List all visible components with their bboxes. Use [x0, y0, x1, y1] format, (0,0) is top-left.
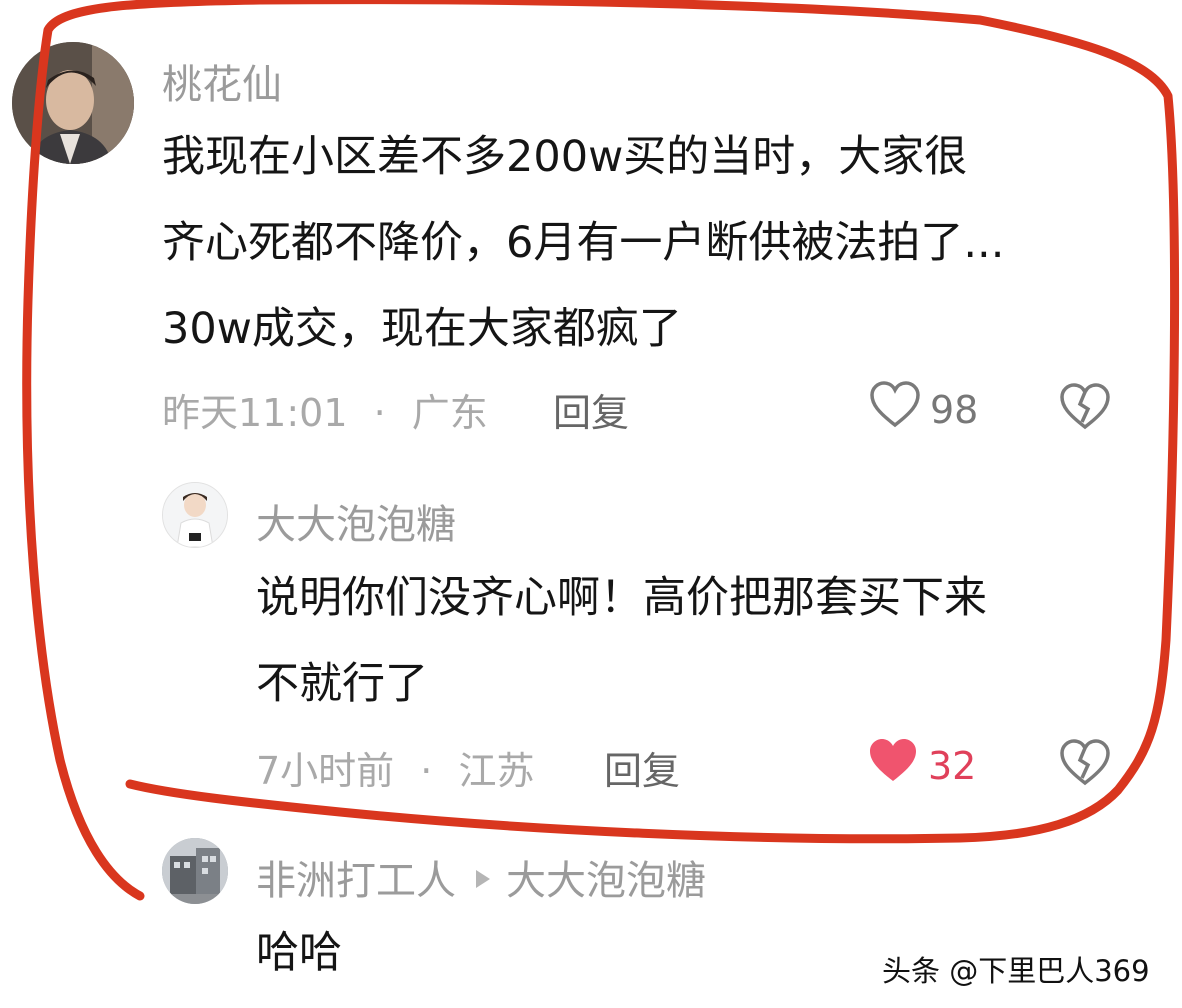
- like-count: 32: [928, 743, 977, 788]
- reply-meta: 7小时前 · 江苏: [256, 740, 534, 795]
- sub-reply-username[interactable]: 非洲打工人: [256, 858, 456, 904]
- comment-meta: 昨天11:01 · 广东: [162, 382, 488, 437]
- comment-username[interactable]: 桃花仙: [162, 52, 282, 110]
- comment-text-line: 齐心死都不降价，6月有一户断供被法拍了...: [162, 218, 1005, 268]
- heart-filled-icon: [866, 736, 920, 795]
- heart-outline-icon: [868, 380, 922, 439]
- watermark: 头条 @下里巴人369: [882, 954, 1150, 988]
- sub-reply-avatar[interactable]: [162, 838, 228, 904]
- reply-text: 说明你们没齐心啊！高价把那套买下来 不就行了: [256, 555, 1136, 727]
- dislike-button[interactable]: [1058, 382, 1112, 436]
- reply-avatar[interactable]: [162, 482, 228, 548]
- reply-location: 江苏: [458, 749, 535, 793]
- avatar[interactable]: [12, 42, 134, 164]
- reply-text-line: 不就行了: [256, 659, 428, 709]
- triangle-right-icon: [476, 870, 490, 888]
- comment-location: 广东: [411, 391, 488, 435]
- reply-button[interactable]: 回复: [604, 740, 680, 795]
- reply-button[interactable]: 回复: [553, 382, 629, 437]
- reply-to-username[interactable]: 大大泡泡糖: [506, 858, 706, 904]
- like-button[interactable]: 98: [868, 380, 978, 439]
- like-count: 98: [930, 387, 979, 432]
- comment-text-line: 我现在小区差不多200w买的当时，大家很: [162, 132, 968, 182]
- like-button-liked[interactable]: 32: [866, 736, 976, 795]
- comment-time: 昨天11:01: [162, 391, 348, 435]
- broken-heart-icon: [1058, 383, 1112, 436]
- sub-reply-header: 非洲打工人 大大泡泡糖: [256, 848, 706, 906]
- reply-time: 7小时前: [256, 749, 395, 793]
- reply-username[interactable]: 大大泡泡糖: [256, 492, 456, 550]
- comment-text-line: 30w成交，现在大家都疯了: [162, 304, 682, 354]
- meta-separator: ·: [373, 391, 386, 435]
- sub-reply-text: 哈哈: [256, 928, 342, 978]
- reply-text-line: 说明你们没齐心啊！高价把那套买下来: [256, 573, 987, 623]
- meta-separator: ·: [420, 749, 433, 793]
- comment-text: 我现在小区差不多200w买的当时，大家很 齐心死都不降价，6月有一户断供被法拍了…: [162, 114, 1142, 372]
- dislike-button[interactable]: [1058, 738, 1112, 792]
- broken-heart-icon: [1058, 739, 1112, 792]
